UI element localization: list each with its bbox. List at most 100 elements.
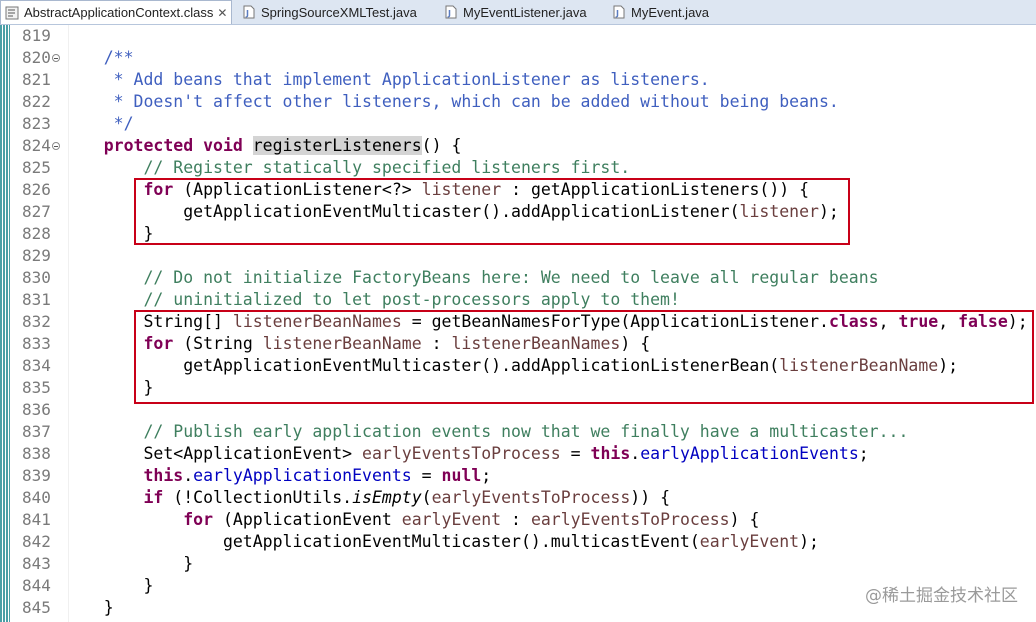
code-line: 843 } bbox=[0, 553, 1036, 575]
line-number: 828 bbox=[22, 224, 51, 243]
code-line: 839 this.earlyApplicationEvents = null; bbox=[0, 465, 1036, 487]
code-token: . bbox=[183, 466, 194, 485]
code-token: (ApplicationEvent bbox=[213, 510, 402, 529]
code-text: this.earlyApplicationEvents = null; bbox=[64, 465, 491, 487]
java-file-icon: J bbox=[445, 5, 457, 19]
tab-spring-source-xml-test[interactable]: J SpringSourceXMLTest.java bbox=[238, 0, 417, 24]
code-line: 841 for (ApplicationEvent earlyEvent : e… bbox=[0, 509, 1036, 531]
line-number: 826 bbox=[22, 180, 51, 199]
line-number: 845 bbox=[22, 598, 51, 617]
selected-identifier[interactable]: registerListeners bbox=[252, 136, 422, 155]
keyword: this bbox=[143, 466, 184, 485]
code-token: ; bbox=[858, 444, 869, 463]
tab-label: MyEventListener.java bbox=[463, 4, 587, 20]
comment-text: // Publish early application events now … bbox=[64, 422, 909, 441]
javadoc-text: * Add beans that implement ApplicationLi… bbox=[64, 70, 710, 89]
line-number: 842 bbox=[22, 532, 51, 551]
line-number: 841 bbox=[22, 510, 51, 529]
comment-text: // Do not initialize FactoryBeans here: … bbox=[64, 268, 879, 287]
keyword: null bbox=[441, 466, 482, 485]
line-number: 843 bbox=[22, 554, 51, 573]
line-number: 836 bbox=[22, 400, 51, 419]
line-number: 831 bbox=[22, 290, 51, 309]
local-variable: earlyEventsToProcess bbox=[431, 488, 631, 507]
editor-tab-bar: AbstractApplicationContext.class ✕ J Spr… bbox=[0, 0, 1036, 25]
code-line: 820 /** bbox=[0, 47, 1036, 69]
line-number: 819 bbox=[22, 26, 51, 45]
keyword: protected void bbox=[64, 136, 253, 155]
static-method: isEmpty bbox=[352, 488, 422, 507]
tab-label: AbstractApplicationContext.class bbox=[24, 5, 214, 20]
code-line: 838 Set<ApplicationEvent> earlyEventsToP… bbox=[0, 443, 1036, 465]
tab-label: MyEvent.java bbox=[631, 4, 710, 20]
svg-text:J: J bbox=[447, 9, 451, 18]
line-number: 829 bbox=[22, 246, 51, 265]
code-token: ( bbox=[421, 488, 432, 507]
line-number: 837 bbox=[22, 422, 51, 441]
comment-text: // Register statically specified listene… bbox=[64, 158, 631, 177]
java-file-icon: J bbox=[613, 5, 625, 19]
code-text: } bbox=[64, 598, 114, 617]
keyword: if bbox=[143, 488, 164, 507]
line-number: 834 bbox=[22, 356, 51, 375]
code-line: 837 // Publish early application events … bbox=[0, 421, 1036, 443]
local-variable: earlyEvent bbox=[401, 510, 502, 529]
code-token: getApplicationEventMulticaster().multica… bbox=[64, 532, 700, 551]
code-token: : bbox=[501, 510, 531, 529]
code-text: getApplicationEventMulticaster().multica… bbox=[64, 531, 819, 553]
code-line: 825 // Register statically specified lis… bbox=[0, 157, 1036, 179]
code-line: 831 // uninitialized to let post-process… bbox=[0, 289, 1036, 311]
keyword: this bbox=[590, 444, 631, 463]
code-line: 842 getApplicationEventMulticaster().mul… bbox=[0, 531, 1036, 553]
class-file-icon bbox=[5, 6, 19, 19]
code-token: = bbox=[411, 466, 442, 485]
code-line: 821 * Add beans that implement Applicati… bbox=[0, 69, 1036, 91]
line-number: 840 bbox=[22, 488, 51, 507]
code-line: 823 */ bbox=[0, 113, 1036, 135]
code-text: } bbox=[64, 554, 194, 573]
local-variable: earlyEventsToProcess bbox=[362, 444, 561, 463]
code-token: (!CollectionUtils. bbox=[163, 488, 353, 507]
code-token: = bbox=[560, 444, 591, 463]
line-number: 835 bbox=[22, 378, 51, 397]
javadoc-text: */ bbox=[64, 114, 134, 133]
code-line: 822 * Doesn't affect other listeners, wh… bbox=[0, 91, 1036, 113]
code-text: protected void registerListeners() { bbox=[64, 135, 461, 157]
local-variable: earlyEvent bbox=[699, 532, 800, 551]
javadoc-text: * Doesn't affect other listeners, which … bbox=[64, 92, 839, 111]
code-line: 819 bbox=[0, 25, 1036, 47]
line-number: 822 bbox=[22, 92, 51, 111]
tab-label: SpringSourceXMLTest.java bbox=[261, 4, 417, 20]
code-token: ) { bbox=[729, 510, 760, 529]
svg-text:J: J bbox=[245, 9, 249, 18]
code-text: } bbox=[64, 576, 154, 595]
line-number: 823 bbox=[22, 114, 51, 133]
tab-my-event-listener[interactable]: J MyEventListener.java bbox=[440, 0, 587, 24]
line-number: 821 bbox=[22, 70, 51, 89]
javadoc-text: /** bbox=[64, 48, 134, 67]
code-line: 840 if (!CollectionUtils.isEmpty(earlyEv… bbox=[0, 487, 1036, 509]
code-line: 824 protected void registerListeners() { bbox=[0, 135, 1036, 157]
line-number: 830 bbox=[22, 268, 51, 287]
line-number: 827 bbox=[22, 202, 51, 221]
fold-toggle-icon[interactable] bbox=[52, 54, 60, 62]
watermark: @稀土掘金技术社区 bbox=[865, 586, 1018, 606]
keyword: for bbox=[183, 510, 214, 529]
line-number: 825 bbox=[22, 158, 51, 177]
code-text: Set<ApplicationEvent> earlyEventsToProce… bbox=[64, 443, 869, 465]
highlight-box-listener-bean-names bbox=[134, 310, 1034, 404]
code-token: Set<ApplicationEvent> bbox=[64, 444, 363, 463]
highlight-box-static-listeners bbox=[134, 178, 850, 245]
close-icon[interactable]: ✕ bbox=[217, 6, 227, 20]
code-text: for (ApplicationEvent earlyEvent : early… bbox=[64, 509, 759, 531]
local-variable: earlyEventsToProcess bbox=[530, 510, 730, 529]
tab-my-event[interactable]: J MyEvent.java bbox=[608, 0, 709, 24]
code-token: ; bbox=[481, 466, 492, 485]
fold-toggle-icon[interactable] bbox=[52, 142, 60, 150]
code-line: 830 // Do not initialize FactoryBeans he… bbox=[0, 267, 1036, 289]
line-number: 832 bbox=[22, 312, 51, 331]
code-text: if (!CollectionUtils.isEmpty(earlyEvents… bbox=[64, 487, 670, 509]
svg-text:J: J bbox=[615, 9, 619, 18]
java-file-icon: J bbox=[243, 5, 255, 19]
tab-abstract-application-context[interactable]: AbstractApplicationContext.class ✕ bbox=[0, 0, 232, 24]
